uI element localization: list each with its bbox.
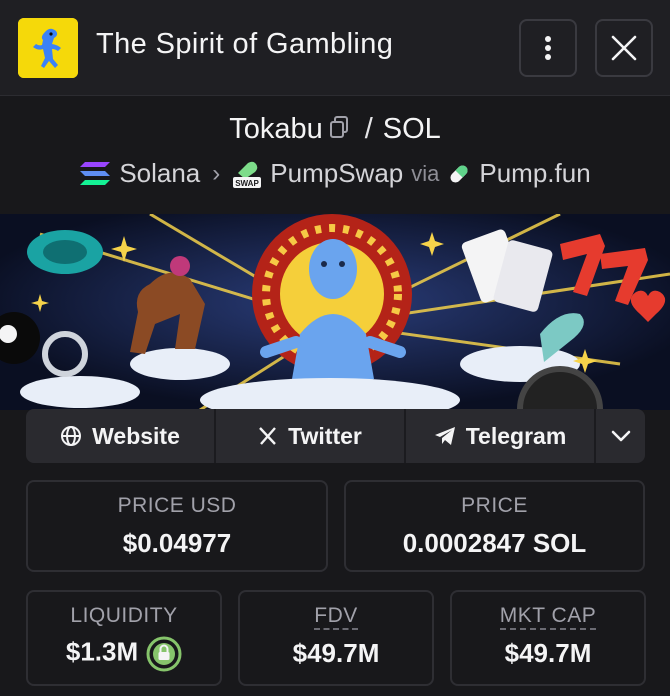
- liquidity-value: $1.3M: [65, 636, 139, 667]
- liquidity-label: LIQUIDITY: [70, 604, 178, 627]
- dex-name[interactable]: PumpSwap: [270, 158, 403, 189]
- pair-separator: /: [364, 112, 373, 145]
- quote-token-symbol: SOL: [382, 112, 441, 145]
- chevron-right-icon: ›: [212, 159, 221, 187]
- mktcap-label[interactable]: MKT CAP: [499, 604, 597, 630]
- chain-name[interactable]: Solana: [119, 158, 200, 189]
- token-banner-image: [0, 214, 670, 410]
- price-native-value: 0.0002847 SOL: [402, 528, 587, 558]
- copy-icon[interactable]: [329, 113, 349, 146]
- fdv-value: $49.7M: [292, 638, 380, 668]
- pair-title: Tokabu / SOL: [0, 112, 670, 146]
- x-logo-icon: [259, 427, 277, 445]
- twitter-link[interactable]: Twitter: [216, 409, 406, 463]
- token-title: The Spirit of Gambling: [96, 28, 394, 60]
- telegram-icon: [434, 427, 455, 445]
- fdv-label[interactable]: FDV: [314, 604, 358, 630]
- via-label: via: [411, 160, 440, 186]
- social-links-bar: Website Twitter Telegram: [26, 409, 645, 463]
- token-logo: [18, 18, 78, 78]
- close-button[interactable]: [595, 19, 653, 77]
- price-native-label: PRICE: [461, 494, 528, 517]
- chain-breadcrumb: Solana › SWAP PumpSwap via Pump.fun: [0, 158, 670, 189]
- telegram-link[interactable]: Telegram: [406, 409, 596, 463]
- price-usd-card: PRICE USD $0.04977: [26, 480, 328, 572]
- price-native-card: PRICE 0.0002847 SOL: [344, 480, 645, 572]
- vertical-dots-icon: [545, 36, 551, 60]
- pumpswap-icon: SWAP: [233, 161, 262, 188]
- header-bar: The Spirit of Gambling: [0, 0, 670, 96]
- pill-icon: [450, 164, 468, 183]
- lock-icon[interactable]: [146, 636, 182, 677]
- liquidity-card: LIQUIDITY $1.3M: [26, 590, 222, 686]
- twitter-label: Twitter: [288, 422, 362, 449]
- more-links-toggle[interactable]: [596, 409, 645, 463]
- base-token-symbol: Tokabu: [229, 112, 323, 145]
- fdv-card: FDV $49.7M: [238, 590, 434, 686]
- mktcap-card: MKT CAP $49.7M: [450, 590, 646, 686]
- website-link[interactable]: Website: [26, 409, 216, 463]
- website-label: Website: [92, 422, 180, 449]
- price-usd-label: PRICE USD: [117, 494, 237, 517]
- more-options-button[interactable]: [519, 19, 577, 77]
- launchpad-name[interactable]: Pump.fun: [479, 158, 590, 189]
- telegram-label: Telegram: [465, 422, 567, 449]
- chevron-down-icon: [611, 430, 630, 442]
- price-usd-value: $0.04977: [122, 528, 232, 558]
- globe-icon: [61, 426, 82, 446]
- mktcap-value: $49.7M: [504, 638, 592, 668]
- pumpswap-badge-text: SWAP: [236, 179, 260, 188]
- solana-icon: [80, 161, 111, 185]
- close-icon: [611, 35, 637, 61]
